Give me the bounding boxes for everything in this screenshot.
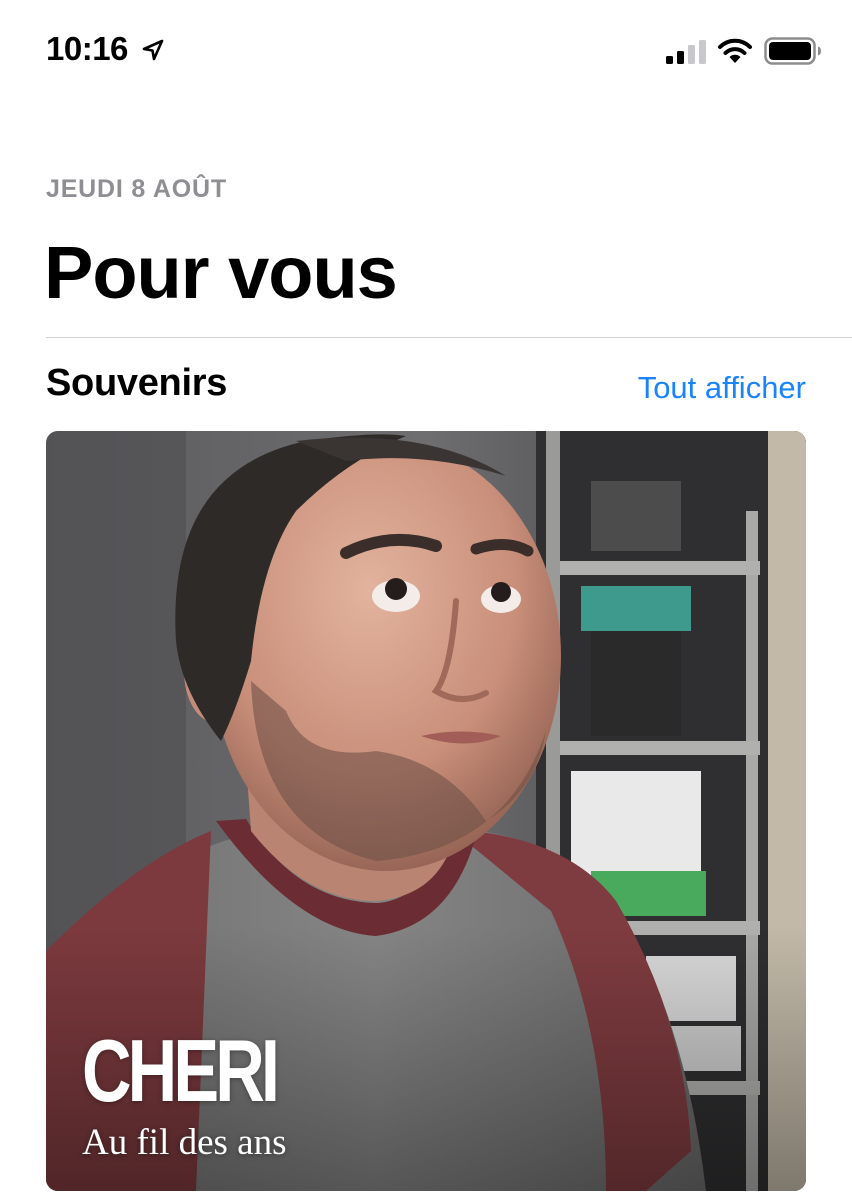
location-arrow-icon bbox=[142, 39, 164, 61]
memories-section-title: Souvenirs bbox=[46, 362, 228, 404]
status-time: 10:16 bbox=[46, 30, 128, 67]
memory-card[interactable]: CHERI Au fil des ans bbox=[46, 431, 806, 1191]
cellular-signal-icon bbox=[666, 40, 706, 64]
photos-for-you-screen: 10:16 JEUDI 8 AOÛT Pour vous Souvenirs T… bbox=[0, 0, 852, 1200]
memory-subtitle: Au fil des ans bbox=[82, 1122, 287, 1163]
wifi-icon bbox=[718, 38, 752, 63]
battery-icon bbox=[764, 37, 821, 65]
divider bbox=[46, 337, 852, 338]
date-label: JEUDI 8 AOÛT bbox=[46, 175, 227, 203]
memory-title: CHERI bbox=[82, 1021, 280, 1120]
page-title: Pour vous bbox=[44, 231, 398, 314]
status-bar: 10:16 bbox=[0, 0, 852, 100]
see-all-link[interactable]: Tout afficher bbox=[638, 370, 806, 406]
